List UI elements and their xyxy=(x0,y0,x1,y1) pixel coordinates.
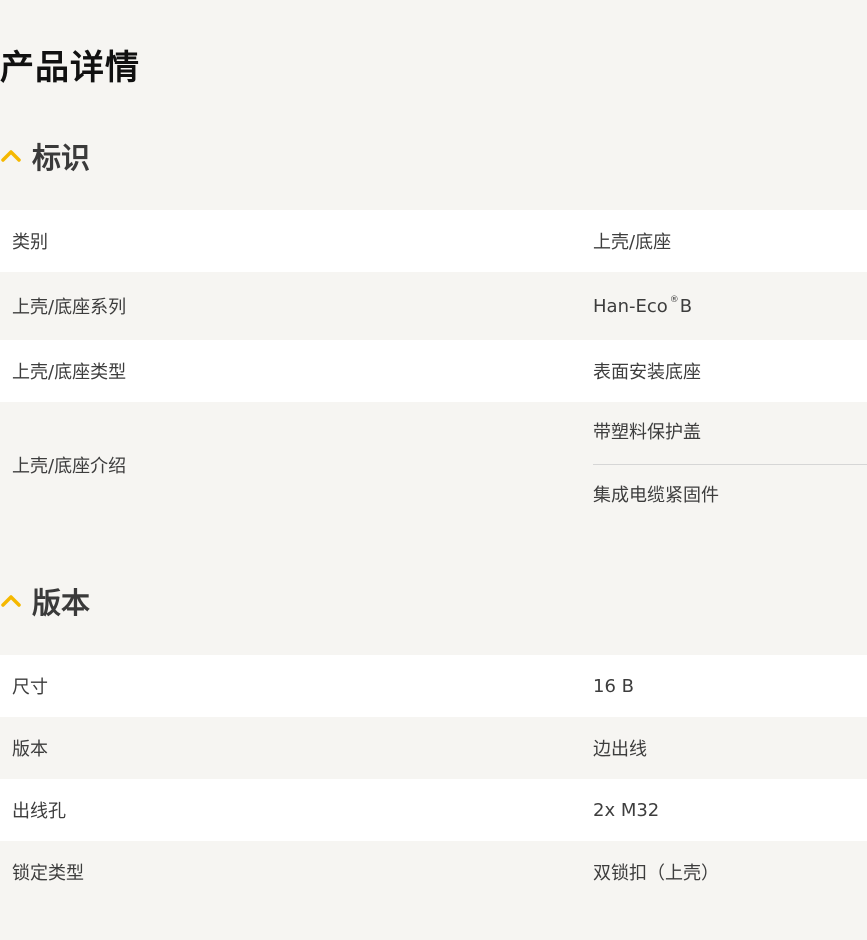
spec-label: 类别 xyxy=(0,210,581,272)
table-row: 出线孔 2x M32 xyxy=(0,779,867,841)
section-heading: 标识 xyxy=(32,141,91,175)
table-row: 上壳/底座类型 表面安装底座 xyxy=(0,340,867,402)
chevron-up-icon[interactable] xyxy=(0,590,22,612)
spec-label: 锁定类型 xyxy=(0,841,581,903)
spec-value: 2x M32 xyxy=(581,779,867,841)
section-header-version[interactable]: 版本 xyxy=(0,580,90,622)
spec-value-item: 带塑料保护盖 xyxy=(593,422,701,443)
table-row: 上壳/底座系列 Han-Eco ®B xyxy=(0,272,867,340)
spec-value-suffix: B xyxy=(679,296,693,317)
spec-table-version: 尺寸 16 B 版本 边出线 出线孔 2x M32 锁定类型 双锁扣（上壳） xyxy=(0,655,867,903)
spec-value-text: Han-Eco xyxy=(593,296,668,317)
table-row: 类别 上壳/底座 xyxy=(0,210,867,272)
spec-label: 上壳/底座系列 xyxy=(0,272,581,340)
spec-value-item: 集成电缆紧固件 xyxy=(593,485,719,506)
table-row: 版本 边出线 xyxy=(0,717,867,779)
spec-value: 16 B xyxy=(581,655,867,717)
spec-value: 上壳/底座 xyxy=(581,210,867,272)
section-header-identification[interactable]: 标识 xyxy=(0,135,90,177)
spec-value: 边出线 xyxy=(581,717,867,779)
spec-label: 版本 xyxy=(0,717,581,779)
spec-label: 尺寸 xyxy=(0,655,581,717)
spec-value-list: 带塑料保护盖 集成电缆紧固件 xyxy=(581,402,867,527)
spec-table-identification: 类别 上壳/底座 上壳/底座系列 Han-Eco ®B 上壳/底座类型 表面安装底… xyxy=(0,210,867,527)
spec-value: 表面安装底座 xyxy=(581,340,867,402)
spec-label: 出线孔 xyxy=(0,779,581,841)
spec-label: 上壳/底座类型 xyxy=(0,340,581,402)
section-heading: 版本 xyxy=(32,586,91,620)
table-row: 锁定类型 双锁扣（上壳） xyxy=(0,841,867,903)
chevron-up-icon[interactable] xyxy=(0,145,22,167)
registered-mark: ® xyxy=(669,295,679,305)
spec-label: 上壳/底座介绍 xyxy=(0,402,581,527)
spec-value: Han-Eco ®B xyxy=(581,272,867,340)
table-row: 上壳/底座介绍 带塑料保护盖 集成电缆紧固件 xyxy=(0,402,867,527)
page-title: 产品详情 xyxy=(0,48,140,88)
table-row: 尺寸 16 B xyxy=(0,655,867,717)
spec-value: 双锁扣（上壳） xyxy=(581,841,867,903)
